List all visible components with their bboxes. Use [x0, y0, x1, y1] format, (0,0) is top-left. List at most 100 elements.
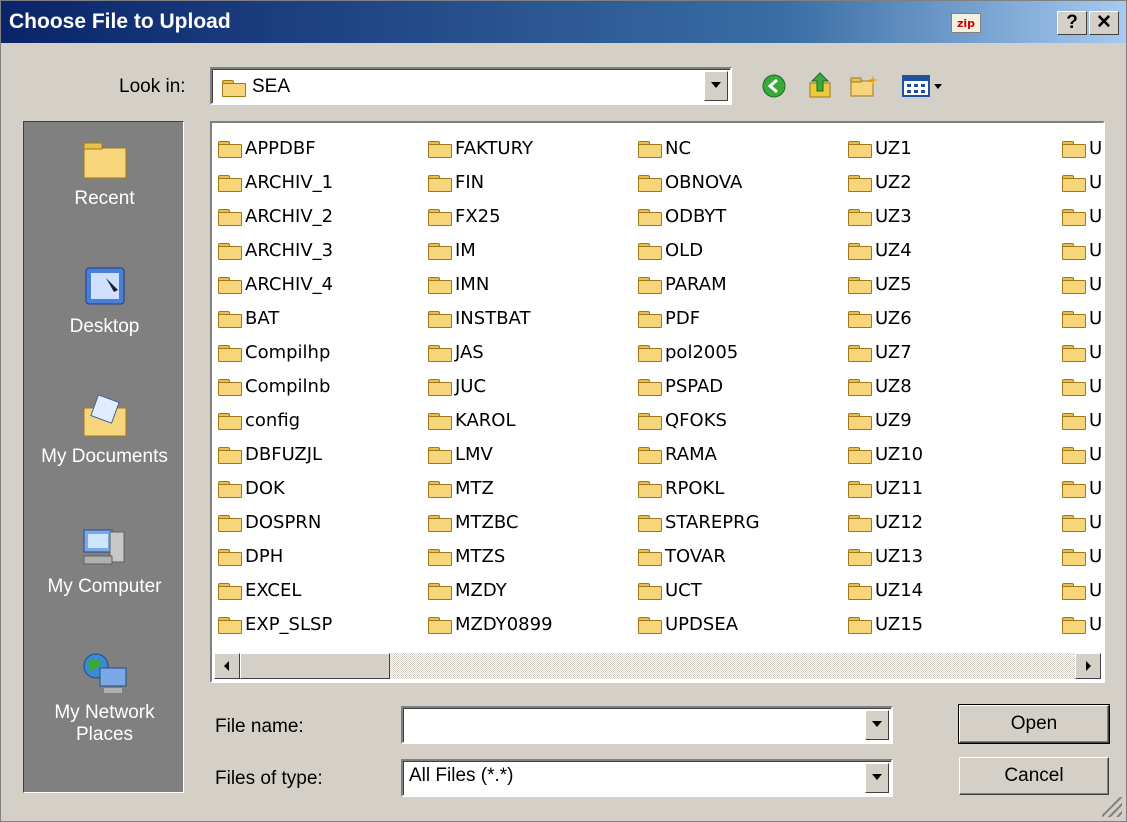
folder-item[interactable]: DPH: [218, 539, 333, 573]
place-my-computer[interactable]: My Computer: [24, 524, 185, 598]
folder-item[interactable]: UZ4: [848, 233, 923, 267]
folder-item[interactable]: UZ7: [848, 335, 923, 369]
folder-item[interactable]: UZ2: [848, 165, 923, 199]
folder-item[interactable]: IM: [428, 233, 553, 267]
folder-item[interactable]: PARAM: [638, 267, 760, 301]
help-button[interactable]: ?: [1057, 11, 1087, 35]
folder-item[interactable]: UZ8: [848, 369, 923, 403]
folder-item[interactable]: OBNOVA: [638, 165, 760, 199]
new-folder-icon[interactable]: [849, 73, 879, 99]
folder-item[interactable]: JUC: [428, 369, 553, 403]
horizontal-scrollbar[interactable]: [214, 653, 1101, 679]
folder-item[interactable]: Compilnb: [218, 369, 333, 403]
up-folder-icon[interactable]: [807, 71, 833, 99]
folder-item[interactable]: UZ11: [848, 471, 923, 505]
folder-item[interactable]: INSTBAT: [428, 301, 553, 335]
folder-item[interactable]: MZDY0899: [428, 607, 553, 641]
folder-item[interactable]: PDF: [638, 301, 760, 335]
folder-item[interactable]: DOK: [218, 471, 333, 505]
folder-item[interactable]: UZ13: [848, 539, 923, 573]
folder-item[interactable]: RPOKL: [638, 471, 760, 505]
folder-item[interactable]: ODBYT: [638, 199, 760, 233]
folder-item[interactable]: EXCEL: [218, 573, 333, 607]
folder-item[interactable]: U: [1062, 505, 1102, 539]
folder-item[interactable]: EXP_SLSP: [218, 607, 333, 641]
file-list[interactable]: APPDBF ARCHIV_1 ARCHIV_2 ARCHIV_3 ARCHIV_4 BA…: [210, 121, 1105, 683]
folder-item[interactable]: BAT: [218, 301, 333, 335]
folder-item[interactable]: U: [1062, 437, 1102, 471]
folder-item[interactable]: U: [1062, 471, 1102, 505]
folder-item[interactable]: UZ6: [848, 301, 923, 335]
place-network[interactable]: My Network Places: [24, 650, 185, 746]
folder-item[interactable]: ARCHIV_1: [218, 165, 333, 199]
folder-item[interactable]: UZ15: [848, 607, 923, 641]
folder-item[interactable]: U: [1062, 165, 1102, 199]
folder-item[interactable]: UCT: [638, 573, 760, 607]
folder-item[interactable]: UZ9: [848, 403, 923, 437]
folder-item[interactable]: UZ5: [848, 267, 923, 301]
folder-item[interactable]: ARCHIV_2: [218, 199, 333, 233]
folder-item[interactable]: ARCHIV_3: [218, 233, 333, 267]
open-button[interactable]: Open: [958, 704, 1110, 744]
folder-item[interactable]: UZ3: [848, 199, 923, 233]
folder-item[interactable]: UPDSEA: [638, 607, 760, 641]
folder-item[interactable]: QFOKS: [638, 403, 760, 437]
folder-item[interactable]: MTZS: [428, 539, 553, 573]
folder-item[interactable]: UZ14: [848, 573, 923, 607]
folder-item[interactable]: JAS: [428, 335, 553, 369]
folder-item[interactable]: PSPAD: [638, 369, 760, 403]
files-of-type-dropdown[interactable]: All Files (*.*): [401, 759, 893, 797]
folder-item[interactable]: STAREPRG: [638, 505, 760, 539]
title-bar[interactable]: Choose File to Upload zip ? ✕: [1, 1, 1126, 43]
folder-item[interactable]: config: [218, 403, 333, 437]
view-menu-icon[interactable]: [901, 73, 945, 99]
folder-item[interactable]: UZ10: [848, 437, 923, 471]
folder-item[interactable]: MTZBC: [428, 505, 553, 539]
folder-item[interactable]: U: [1062, 267, 1102, 301]
scroll-right-button[interactable]: [1075, 653, 1101, 679]
folder-item[interactable]: APPDBF: [218, 131, 333, 165]
look-in-dropdown[interactable]: SEA: [210, 67, 732, 105]
folder-item[interactable]: UZ12: [848, 505, 923, 539]
folder-item[interactable]: TOVAR: [638, 539, 760, 573]
chevron-down-icon[interactable]: [865, 763, 889, 793]
folder-item[interactable]: U: [1062, 131, 1102, 165]
file-name-input[interactable]: [401, 706, 893, 744]
folder-item[interactable]: U: [1062, 301, 1102, 335]
folder-item[interactable]: Compilhp: [218, 335, 333, 369]
folder-item[interactable]: OLD: [638, 233, 760, 267]
folder-item[interactable]: DOSPRN: [218, 505, 333, 539]
folder-item[interactable]: MTZ: [428, 471, 553, 505]
folder-item[interactable]: NC: [638, 131, 760, 165]
close-button[interactable]: ✕: [1089, 11, 1119, 35]
folder-item[interactable]: U: [1062, 233, 1102, 267]
folder-item[interactable]: DBFUZJL: [218, 437, 333, 471]
chevron-down-icon[interactable]: [704, 71, 728, 101]
scroll-left-button[interactable]: [214, 653, 240, 679]
folder-item[interactable]: pol2005: [638, 335, 760, 369]
folder-item[interactable]: RAMA: [638, 437, 760, 471]
folder-item[interactable]: U: [1062, 369, 1102, 403]
folder-item[interactable]: FX25: [428, 199, 553, 233]
folder-item[interactable]: U: [1062, 573, 1102, 607]
place-my-documents[interactable]: My Documents: [24, 394, 185, 468]
chevron-down-icon[interactable]: [865, 710, 889, 740]
folder-item[interactable]: LMV: [428, 437, 553, 471]
folder-item[interactable]: FAKTURY: [428, 131, 553, 165]
place-desktop[interactable]: Desktop: [24, 264, 185, 338]
resize-grip[interactable]: [1102, 797, 1122, 817]
folder-item[interactable]: U: [1062, 335, 1102, 369]
folder-item[interactable]: MZDY: [428, 573, 553, 607]
folder-item[interactable]: FIN: [428, 165, 553, 199]
folder-item[interactable]: ARCHIV_4: [218, 267, 333, 301]
folder-item[interactable]: U: [1062, 403, 1102, 437]
folder-item[interactable]: U: [1062, 199, 1102, 233]
cancel-button[interactable]: Cancel: [959, 757, 1109, 795]
place-recent[interactable]: Recent: [24, 136, 185, 210]
folder-item[interactable]: U: [1062, 607, 1102, 641]
back-icon[interactable]: [761, 73, 787, 99]
zip-icon[interactable]: zip: [951, 13, 981, 33]
folder-item[interactable]: KAROL: [428, 403, 553, 437]
folder-item[interactable]: UZ1: [848, 131, 923, 165]
folder-item[interactable]: IMN: [428, 267, 553, 301]
